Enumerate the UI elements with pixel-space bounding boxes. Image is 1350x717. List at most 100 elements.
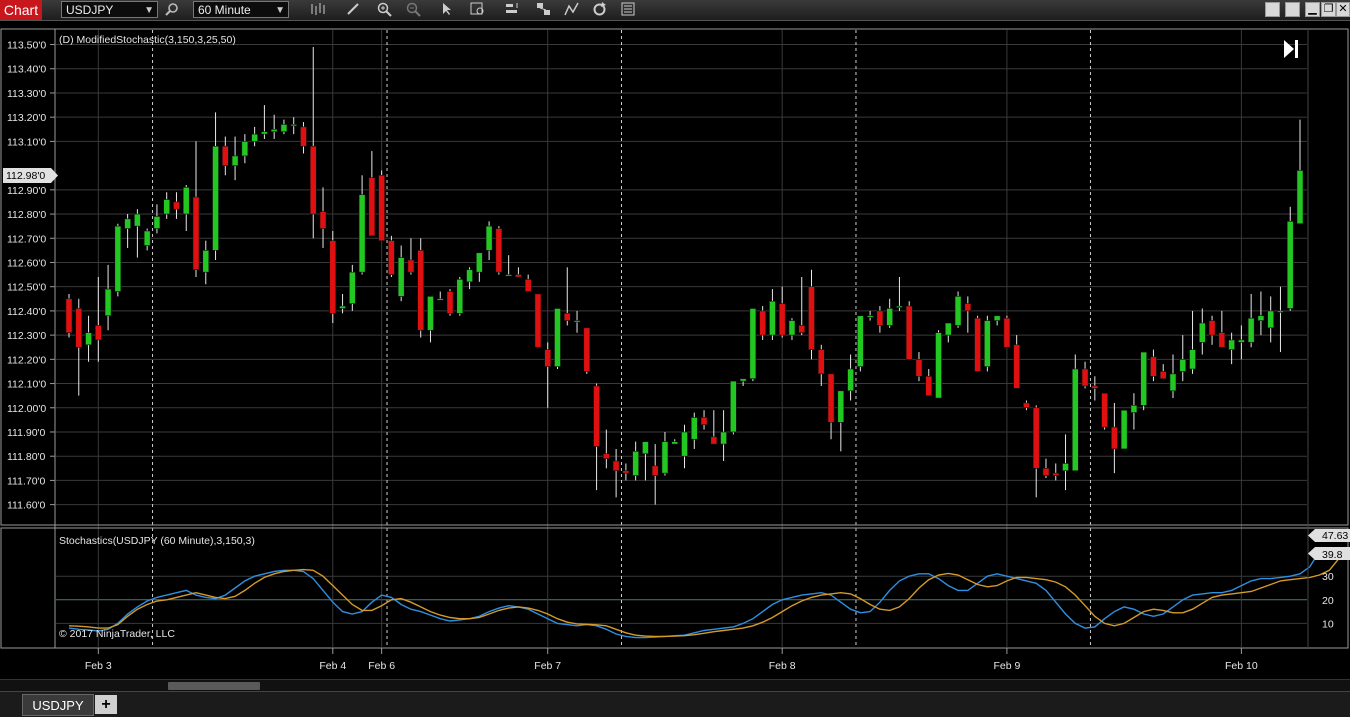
candle-up — [104, 288, 112, 317]
candle-down — [622, 470, 630, 474]
chevron-down-icon: ▼ — [144, 5, 154, 16]
price-tick-label: 112.70'0 — [7, 233, 46, 245]
candle-up — [290, 124, 298, 127]
price-indicator-label: (D) ModifiedStochastic(3,150,3,25,50) — [59, 34, 236, 46]
candle-up — [984, 320, 991, 367]
date-tick-label: Feb 9 — [993, 660, 1020, 672]
restore-window-button[interactable] — [1285, 2, 1300, 17]
candle-up — [1296, 170, 1304, 225]
add-tab-button[interactable]: + — [95, 695, 117, 714]
candle-up — [661, 441, 669, 474]
candle-down — [974, 317, 981, 372]
strategies-icon[interactable] — [534, 1, 552, 19]
candle-up — [280, 124, 288, 133]
chart-window-tab[interactable]: Chart — [0, 0, 42, 20]
interval-value: 60 Minute — [198, 3, 251, 17]
interval-selector[interactable]: 60 Minute ▼ — [193, 1, 289, 18]
candle-up — [857, 315, 864, 367]
candle-up — [485, 225, 493, 251]
scroll-to-end-icon[interactable] — [1284, 40, 1298, 58]
candle-up — [681, 431, 688, 457]
candle-up — [505, 274, 512, 277]
minimize-icon[interactable]: ▁ — [1305, 2, 1320, 17]
price-tick-label: 112.00'0 — [7, 403, 46, 415]
candle-up — [954, 296, 962, 326]
price-tick-label: 113.20'0 — [7, 112, 46, 124]
instrument-tab[interactable]: USDJPY — [22, 694, 94, 716]
candle-down — [534, 293, 542, 348]
price-tick-label: 112.30'0 — [7, 330, 46, 342]
candle-down — [524, 279, 532, 292]
price-tick-label: 112.40'0 — [7, 306, 46, 318]
close-icon[interactable]: ✕ — [1336, 2, 1350, 17]
stoch-d-line — [68, 557, 1340, 638]
candle-up — [1120, 409, 1128, 450]
candle-up — [261, 131, 268, 135]
candle-up — [348, 271, 356, 304]
candle-up — [993, 315, 1001, 321]
candle-up — [642, 441, 649, 455]
candle-down — [407, 259, 415, 273]
properties-icon[interactable] — [619, 1, 637, 19]
refresh-icon[interactable] — [590, 1, 608, 19]
price-tick-label: 112.60'0 — [7, 257, 46, 269]
price-tick-label: 112.10'0 — [7, 379, 46, 391]
candle-up — [1286, 221, 1294, 309]
candle-up — [632, 451, 639, 476]
chart-canvas[interactable]: 113.50'0 113.40'0 113.30'0 113.20'0 113.10'0… — [0, 21, 1350, 679]
maximize-icon[interactable]: ❐ — [1321, 2, 1336, 17]
price-tick-label: 111.90'0 — [7, 427, 46, 439]
candle-up — [466, 269, 473, 283]
candle-down — [1013, 344, 1021, 389]
zoom-out-icon[interactable] — [404, 1, 422, 19]
copyright-label: © 2017 NinjaTrader, LLC — [59, 628, 175, 640]
instrument-value: USDJPY — [66, 3, 114, 17]
zoom-in-icon[interactable] — [375, 1, 393, 19]
candles-layer — [65, 46, 1304, 505]
candle-up — [896, 305, 903, 308]
bar-type-icon[interactable] — [308, 1, 326, 19]
indicators-icon[interactable] — [503, 1, 521, 19]
candle-up — [1071, 368, 1079, 472]
candle-up — [1169, 373, 1177, 392]
pointer-icon[interactable] — [438, 1, 456, 19]
price-tick-label: 113.30'0 — [7, 88, 46, 100]
candle-down — [1023, 402, 1030, 409]
price-tick-label: 113.40'0 — [7, 64, 46, 76]
drawing-tools-icon[interactable] — [562, 1, 580, 19]
price-tick-label: 113.10'0 — [7, 136, 46, 148]
pencil-icon[interactable] — [344, 1, 362, 19]
candle-up — [749, 308, 757, 380]
candle-down — [583, 327, 591, 372]
candle-down — [1003, 317, 1011, 348]
candle-down — [329, 240, 337, 314]
stoch-k-value: 39.8 — [1322, 549, 1343, 561]
candle-down — [925, 375, 933, 396]
chart-svg[interactable]: 113.50'0 113.40'0 113.30'0 113.20'0 113.10'0… — [0, 21, 1350, 679]
date-tick-label: Feb 4 — [319, 660, 346, 672]
candle-down — [827, 373, 835, 423]
minimize-window-button[interactable] — [1265, 2, 1280, 17]
candle-down — [75, 308, 83, 348]
instrument-selector[interactable]: USDJPY ▼ — [61, 1, 158, 18]
candle-up — [339, 305, 346, 309]
candle-down — [710, 436, 718, 445]
candle-up — [1247, 317, 1255, 343]
data-box-icon[interactable] — [468, 1, 486, 19]
candle-up — [182, 187, 190, 215]
date-tick-label: Feb 10 — [1225, 660, 1258, 672]
candle-down — [1208, 320, 1216, 336]
candle-down — [876, 310, 884, 326]
candle-down — [388, 240, 395, 275]
scrollbar-thumb[interactable] — [168, 682, 260, 690]
stoch-d-value-marker: 47.63 — [1308, 529, 1350, 542]
search-icon[interactable] — [163, 1, 181, 19]
candle-down — [1091, 385, 1099, 389]
candle-down — [612, 460, 620, 472]
candle-down — [1101, 392, 1108, 428]
candle-down — [700, 417, 708, 426]
candle-up — [837, 390, 845, 423]
candle-down — [1042, 468, 1050, 476]
candle-down — [417, 250, 425, 331]
chevron-down-icon: ▼ — [275, 5, 285, 16]
